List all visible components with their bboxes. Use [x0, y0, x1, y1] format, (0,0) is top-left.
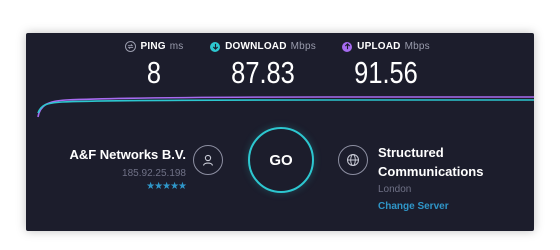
upload-icon [342, 41, 353, 52]
download-graph-line [37, 99, 534, 114]
change-server-link[interactable]: Change Server [378, 201, 528, 212]
ping-metric: PING ms 8 [118, 41, 190, 89]
upload-unit: Mbps [404, 41, 430, 52]
isp-ip: 185.92.25.198 [122, 168, 186, 179]
isp-info: A&F Networks B.V. 185.92.25.198 ★★★★★ [56, 147, 187, 192]
ping-icon [124, 41, 136, 52]
isp-name: A&F Networks B.V. [69, 147, 186, 162]
server-city: London [378, 184, 412, 195]
upload-label: UPLOAD [357, 41, 401, 52]
upload-metric: UPLOAD Mbps 91.56 [334, 41, 438, 89]
isp-rating-stars: ★★★★★ [146, 181, 187, 192]
server-name: Structured Communications [378, 145, 484, 179]
speedtest-panel: PING ms 8 DOWNLOAD Mbps 87.83 UPLOAD Mbp… [26, 33, 534, 231]
download-metric: DOWNLOAD Mbps 87.83 [208, 41, 318, 89]
ping-unit: ms [169, 41, 184, 52]
globe-icon [338, 145, 368, 175]
download-header: DOWNLOAD Mbps [208, 41, 318, 52]
user-icon [193, 145, 223, 175]
download-icon [210, 41, 221, 52]
download-label: DOWNLOAD [225, 41, 287, 52]
download-unit: Mbps [290, 41, 316, 52]
ping-label: PING [140, 41, 166, 52]
go-button[interactable]: GO [248, 127, 314, 193]
upload-header: UPLOAD Mbps [334, 41, 438, 52]
server-info: Structured Communications London Change … [378, 143, 528, 212]
ping-header: PING ms [118, 41, 190, 52]
speed-graph [37, 96, 534, 118]
